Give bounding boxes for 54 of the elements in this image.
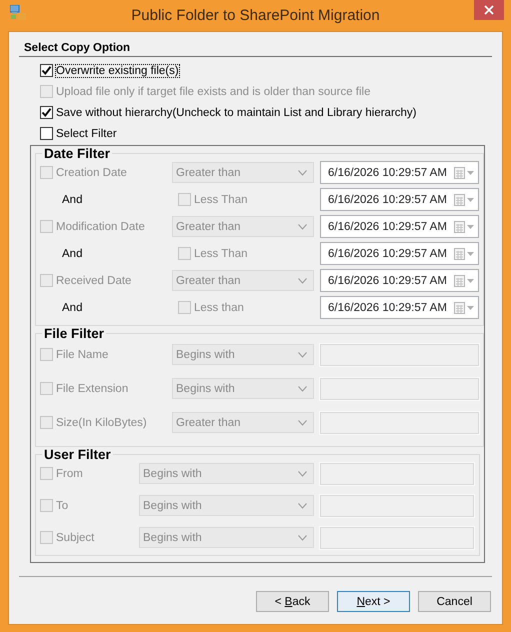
- dialog-button[interactable]: < Back: [256, 591, 329, 612]
- dialog-button[interactable]: Next >: [337, 591, 410, 612]
- close-icon: [484, 5, 494, 15]
- caret-icon: [467, 170, 474, 174]
- checkbox-label: File Name: [56, 348, 108, 360]
- calendar-icon: [454, 194, 465, 206]
- checkbox-label: Modification Date: [56, 220, 145, 232]
- checkbox-label: Less Than: [194, 248, 248, 260]
- checkbox-label: File Extension: [56, 382, 128, 394]
- checkbox[interactable]: [40, 106, 53, 119]
- chevron-down-icon: [298, 534, 307, 540]
- chevron-down-icon: [298, 420, 307, 426]
- calendar-icon: [454, 248, 465, 260]
- dialog-button[interactable]: Cancel: [418, 591, 491, 612]
- app-icon: [10, 5, 26, 20]
- window-title: Public Folder to SharePoint Migration: [131, 7, 380, 24]
- caret-icon: [467, 306, 474, 310]
- chevron-down-icon: [298, 470, 307, 476]
- chevron-down-icon: [298, 170, 307, 176]
- checkbox-label: Size(In KiloBytes): [56, 416, 147, 428]
- group-title: User Filter: [43, 447, 112, 462]
- checkbox[interactable]: [40, 127, 53, 140]
- caret-icon: [467, 278, 474, 282]
- chevron-down-icon: [298, 224, 307, 230]
- chevron-down-icon: [298, 386, 307, 392]
- caret-icon: [467, 198, 474, 202]
- caret-icon: [467, 252, 474, 256]
- checkbox-label: From: [56, 468, 83, 480]
- caret-icon: [467, 224, 474, 228]
- chevron-down-icon: [298, 502, 307, 508]
- calendar-icon: [454, 274, 465, 286]
- chevron-down-icon: [298, 278, 307, 284]
- close-button[interactable]: [474, 0, 504, 20]
- checkbox-label: Less than: [194, 302, 244, 314]
- group-title: File Filter: [43, 326, 106, 341]
- checkbox-label: To: [56, 500, 68, 512]
- checkbox-label: Upload file only if target file exists and is older than source file: [56, 86, 370, 98]
- and-label: And: [62, 302, 82, 314]
- checkbox-label: Save without hierarchy(Uncheck to maintain List and Library hierarchy): [56, 106, 416, 118]
- checkbox-label: Received Date: [56, 274, 132, 286]
- group-title: Date Filter: [43, 146, 112, 161]
- checkbox-label: Creation Date: [56, 166, 127, 178]
- calendar-icon: [454, 302, 465, 314]
- checkbox-label: Subject: [56, 532, 94, 544]
- calendar-icon: [454, 166, 465, 178]
- section-title: Select Copy Option: [23, 42, 132, 56]
- checkbox[interactable]: [40, 64, 53, 77]
- checkbox-label: Select Filter: [56, 128, 117, 140]
- and-label: And: [62, 248, 82, 260]
- checkbox-label: Overwrite existing file(s): [56, 64, 179, 76]
- calendar-icon: [454, 220, 465, 232]
- and-label: And: [62, 194, 82, 206]
- chevron-down-icon: [298, 352, 307, 358]
- checkbox-label: Less Than: [194, 194, 248, 206]
